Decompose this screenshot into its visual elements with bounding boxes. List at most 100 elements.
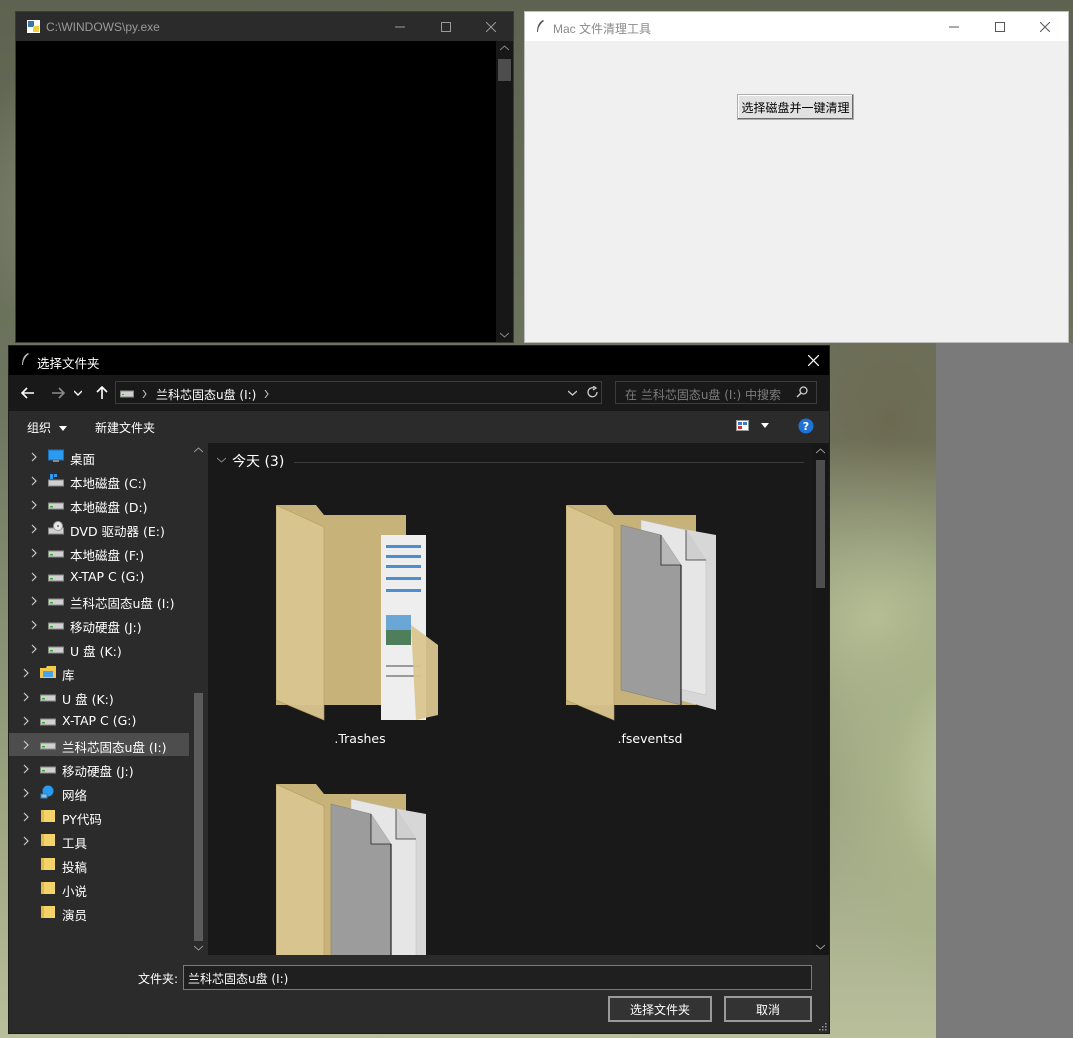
- minimize-button[interactable]: [931, 12, 977, 41]
- nav-item[interactable]: X-TAP C (G:): [9, 709, 189, 732]
- chevron-right-icon[interactable]: [23, 738, 29, 753]
- address-crumb[interactable]: 兰科芯固态u盘 (I:): [156, 386, 256, 403]
- chevron-right-icon[interactable]: [31, 642, 37, 657]
- nav-item-label: 本地磁盘 (C:): [70, 476, 147, 491]
- navigation-scrollbar[interactable]: [190, 443, 207, 955]
- dvd-drive-icon: [48, 521, 64, 535]
- nav-item[interactable]: 本地磁盘 (F:): [9, 541, 189, 564]
- select-folder-dialog: 选择文件夹 兰科芯固态u盘 (I:) 在 兰科芯固态u盘 (I:) 中搜索 组织…: [9, 346, 829, 1033]
- nav-item[interactable]: 兰科芯固态u盘 (I:): [9, 589, 189, 612]
- help-button[interactable]: ?: [798, 418, 814, 437]
- drive-icon: [48, 497, 64, 511]
- close-button[interactable]: [1022, 12, 1068, 41]
- nav-item-label: U 盘 (K:): [62, 692, 114, 707]
- nav-item[interactable]: 网络: [9, 781, 189, 804]
- collapse-group-icon[interactable]: [217, 457, 226, 463]
- caret-down-icon: [58, 426, 67, 431]
- forward-button[interactable]: [49, 384, 67, 402]
- drive-icon: [40, 713, 56, 727]
- dialog-titlebar[interactable]: 选择文件夹: [9, 346, 829, 375]
- chevron-right-icon[interactable]: [31, 570, 37, 585]
- content-scrollbar[interactable]: [812, 443, 829, 955]
- maximize-button[interactable]: [977, 12, 1023, 41]
- group-header-today[interactable]: 今天 (3): [232, 451, 284, 471]
- chevron-right-icon[interactable]: [23, 690, 29, 705]
- nav-item-label: 投稿: [62, 860, 88, 875]
- console-scrollbar[interactable]: [496, 41, 513, 342]
- recent-locations-button[interactable]: [72, 384, 84, 402]
- organize-button[interactable]: 组织: [27, 419, 67, 436]
- chevron-right-icon[interactable]: [23, 834, 29, 849]
- select-disk-clean-button[interactable]: 选择磁盘并一键清理: [737, 94, 854, 120]
- address-dropdown-icon[interactable]: [568, 390, 577, 396]
- chevron-right-icon[interactable]: [31, 450, 37, 465]
- nav-item[interactable]: 小说: [9, 877, 189, 900]
- chevron-right-icon[interactable]: [23, 714, 29, 729]
- minimize-button[interactable]: [377, 12, 423, 41]
- resize-grip-icon[interactable]: [819, 1023, 827, 1031]
- close-button[interactable]: [468, 12, 514, 41]
- chevron-right-icon[interactable]: [23, 810, 29, 825]
- drive-icon: [48, 617, 64, 631]
- folder-path-field[interactable]: 兰科芯固态u盘 (I:): [183, 965, 812, 990]
- nav-item[interactable]: 本地磁盘 (D:): [9, 493, 189, 516]
- chevron-right-icon[interactable]: [31, 498, 37, 513]
- chevron-right-icon[interactable]: [23, 666, 29, 681]
- nav-item-label: 演员: [62, 908, 88, 923]
- folder-item[interactable]: [270, 780, 450, 955]
- nav-item[interactable]: 投稿: [9, 853, 189, 876]
- up-button[interactable]: [93, 384, 111, 402]
- nav-item-label: 本地磁盘 (D:): [70, 500, 148, 515]
- nav-item[interactable]: 兰科芯固态u盘 (I:): [9, 733, 189, 756]
- close-button[interactable]: [793, 346, 833, 375]
- maximize-button[interactable]: [423, 12, 469, 41]
- scroll-down-icon: [194, 945, 203, 951]
- folder-item[interactable]: .fseventsd: [560, 501, 740, 751]
- chevron-right-icon[interactable]: [31, 546, 37, 561]
- chevron-right-icon[interactable]: [31, 618, 37, 633]
- scrollbar-thumb[interactable]: [194, 693, 203, 941]
- search-input[interactable]: 在 兰科芯固态u盘 (I:) 中搜索: [615, 381, 817, 404]
- select-folder-button[interactable]: 选择文件夹: [608, 996, 712, 1022]
- nav-item[interactable]: 本地磁盘 (C:): [9, 469, 189, 492]
- new-folder-button[interactable]: 新建文件夹: [95, 419, 155, 436]
- nav-item[interactable]: 工具: [9, 829, 189, 852]
- nav-item[interactable]: 库: [9, 661, 189, 684]
- chevron-right-icon[interactable]: [31, 474, 37, 489]
- tk-titlebar[interactable]: Mac 文件清理工具: [525, 12, 1068, 41]
- scroll-down-icon: [500, 332, 509, 338]
- nav-item[interactable]: PY代码: [9, 805, 189, 828]
- group-divider: [294, 462, 804, 463]
- nav-item[interactable]: DVD 驱动器 (E:): [9, 517, 189, 540]
- back-button[interactable]: [19, 384, 37, 402]
- nav-item[interactable]: U 盘 (K:): [9, 637, 189, 660]
- chevron-right-icon[interactable]: [31, 522, 37, 537]
- address-bar[interactable]: 兰科芯固态u盘 (I:): [115, 381, 602, 404]
- nav-item[interactable]: U 盘 (K:): [9, 685, 189, 708]
- nav-item[interactable]: 桌面: [9, 445, 189, 468]
- nav-item[interactable]: 移动硬盘 (J:): [9, 613, 189, 636]
- console-title: C:\WINDOWS\py.exe: [46, 20, 160, 34]
- console-titlebar[interactable]: C:\WINDOWS\py.exe: [16, 12, 513, 41]
- scroll-up-icon: [500, 45, 509, 51]
- scrollbar-thumb[interactable]: [498, 59, 511, 81]
- close-icon: [807, 355, 819, 366]
- chevron-right-icon[interactable]: [31, 594, 37, 609]
- cancel-button[interactable]: 取消: [724, 996, 812, 1022]
- close-icon: [1040, 21, 1050, 32]
- tk-title: Mac 文件清理工具: [553, 22, 652, 36]
- desktop-icon: [48, 449, 64, 463]
- scrollbar-thumb[interactable]: [816, 460, 825, 588]
- close-icon: [486, 21, 496, 32]
- tk-feather-icon: [22, 353, 29, 365]
- nav-item-label: 本地磁盘 (F:): [70, 548, 145, 563]
- view-options-button[interactable]: [736, 420, 769, 434]
- chevron-right-icon[interactable]: [23, 762, 29, 777]
- chevron-right-icon[interactable]: [23, 786, 29, 801]
- drive-icon: [48, 569, 64, 583]
- nav-item[interactable]: 演员: [9, 901, 189, 924]
- nav-item[interactable]: X-TAP C (G:): [9, 565, 189, 588]
- folder-item[interactable]: .Trashes: [270, 501, 450, 751]
- nav-item[interactable]: 移动硬盘 (J:): [9, 757, 189, 780]
- refresh-icon[interactable]: [587, 386, 599, 399]
